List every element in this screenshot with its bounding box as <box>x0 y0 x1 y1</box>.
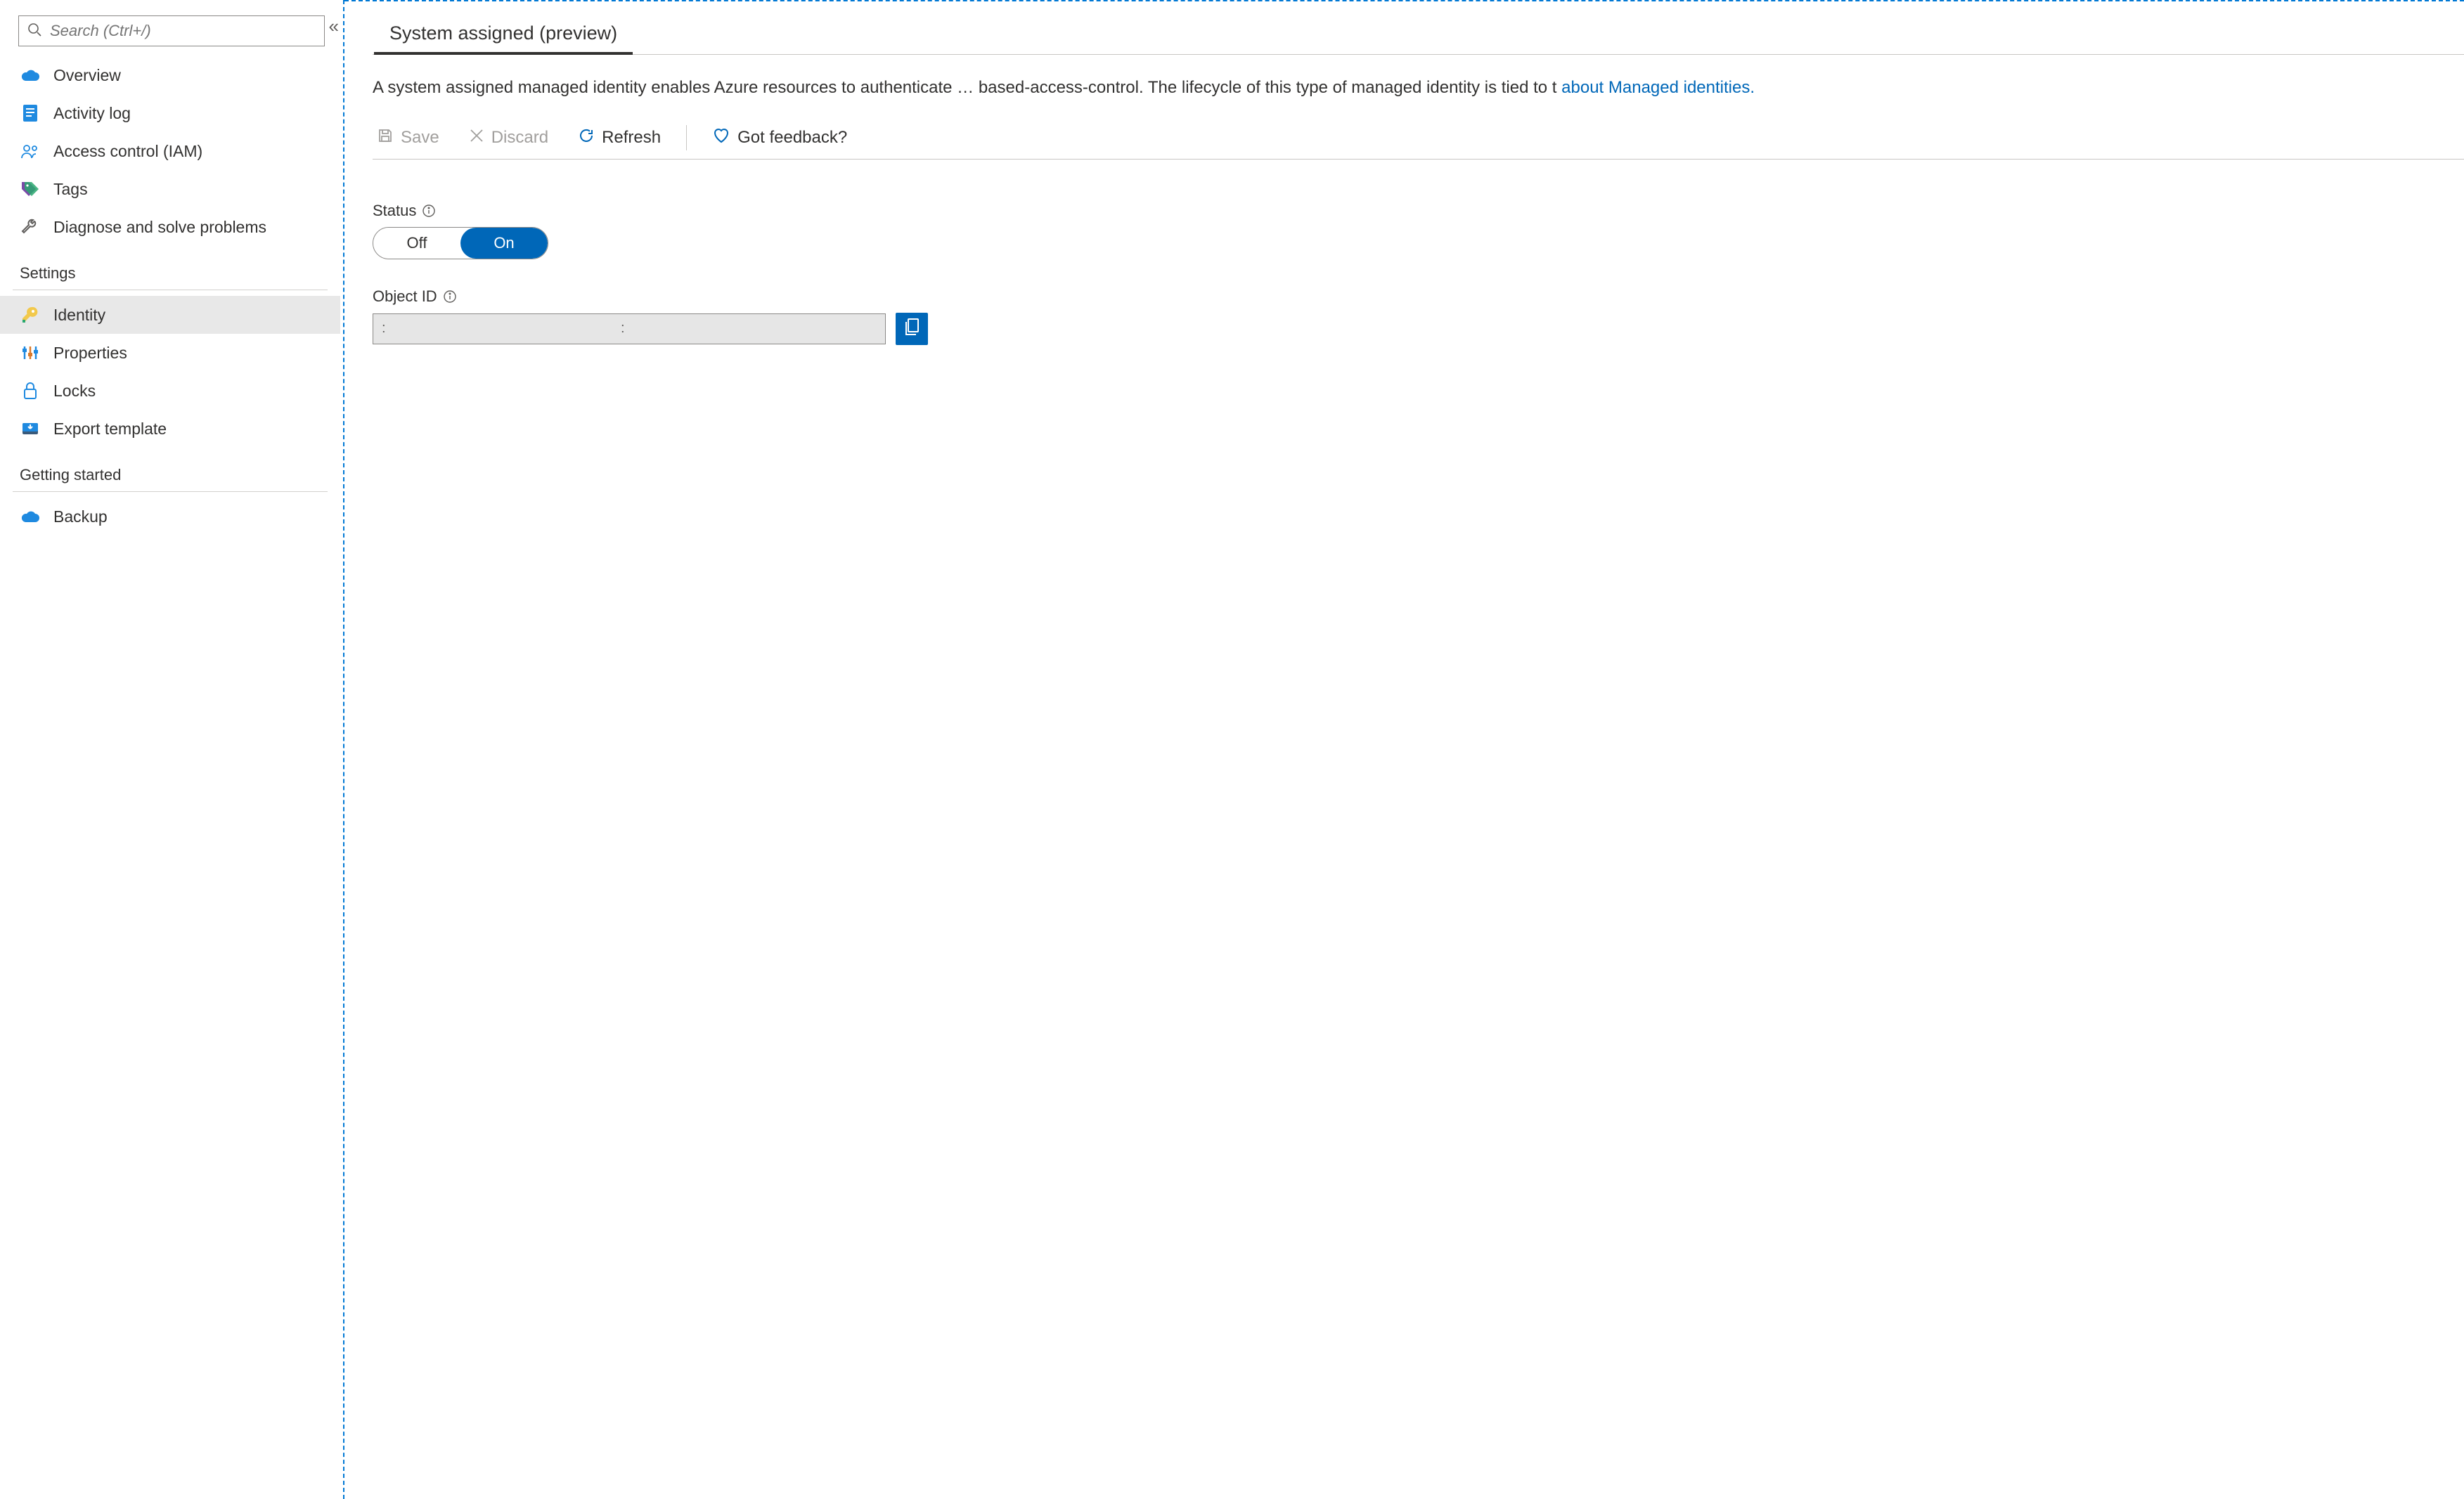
collapse-sidebar-icon[interactable]: « <box>329 15 335 37</box>
export-icon <box>20 418 41 439</box>
sidebar-item-label: Locks <box>53 382 96 401</box>
sidebar-item-label: Tags <box>53 180 88 199</box>
close-icon <box>469 128 484 148</box>
sliders-icon <box>20 342 41 363</box>
discard-label: Discard <box>491 128 548 148</box>
key-icon <box>20 304 41 325</box>
heart-icon <box>712 127 730 149</box>
status-off-option[interactable]: Off <box>373 228 460 259</box>
save-icon <box>377 127 394 149</box>
people-icon <box>20 141 41 162</box>
refresh-button[interactable]: Refresh <box>574 124 665 152</box>
feedback-label: Got feedback? <box>737 128 847 148</box>
save-button[interactable]: Save <box>373 124 444 152</box>
status-label: Status <box>373 202 2464 220</box>
sidebar: « Overview Activity log <box>0 0 344 1499</box>
save-label: Save <box>401 128 439 148</box>
info-icon[interactable] <box>443 290 457 304</box>
copy-object-id-button[interactable] <box>896 313 928 345</box>
search-box[interactable] <box>18 15 325 46</box>
feedback-button[interactable]: Got feedback? <box>708 124 851 152</box>
sidebar-item-label: Activity log <box>53 104 131 123</box>
cloud-icon <box>20 506 41 527</box>
sidebar-item-identity[interactable]: Identity <box>0 296 340 334</box>
refresh-icon <box>578 127 595 149</box>
sidebar-item-activity-log[interactable]: Activity log <box>0 94 340 132</box>
wrench-icon <box>20 216 41 238</box>
status-on-option[interactable]: On <box>460 228 548 259</box>
sidebar-scroll[interactable]: Overview Activity log Access control (IA… <box>0 56 343 1499</box>
identity-description: A system assigned managed identity enabl… <box>373 76 2464 100</box>
main-pane: System assigned (preview) A system assig… <box>344 0 2464 1499</box>
description-text: A system assigned managed identity enabl… <box>373 78 1556 97</box>
log-icon <box>20 103 41 124</box>
tab-system-assigned[interactable]: System assigned (preview) <box>373 18 634 54</box>
object-id-label-text: Object ID <box>373 287 437 306</box>
sidebar-item-properties[interactable]: Properties <box>0 334 340 372</box>
sidebar-item-label: Diagnose and solve problems <box>53 218 266 237</box>
cloud-icon <box>20 65 41 86</box>
toolbar-separator <box>686 125 687 150</box>
sidebar-item-locks[interactable]: Locks <box>0 372 340 410</box>
info-icon[interactable] <box>422 204 436 218</box>
search-icon <box>27 22 41 41</box>
status-label-text: Status <box>373 202 416 220</box>
status-toggle[interactable]: Off On <box>373 227 548 259</box>
sidebar-item-overview[interactable]: Overview <box>0 56 340 94</box>
sidebar-item-tags[interactable]: Tags <box>0 170 340 208</box>
search-input[interactable] <box>50 22 316 40</box>
toolbar: Save Discard Refresh <box>373 124 2464 160</box>
sidebar-item-label: Overview <box>53 66 121 85</box>
object-id-label: Object ID <box>373 287 2464 306</box>
sidebar-item-backup[interactable]: Backup <box>0 498 340 536</box>
managed-identities-link[interactable]: about Managed identities. <box>1561 78 1755 97</box>
lock-icon <box>20 380 41 401</box>
sidebar-item-access-control[interactable]: Access control (IAM) <box>0 132 340 170</box>
sidebar-item-label: Access control (IAM) <box>53 142 202 161</box>
sidebar-group-settings: Settings <box>13 246 328 290</box>
sidebar-item-label: Identity <box>53 306 105 325</box>
object-id-field[interactable] <box>373 313 886 344</box>
sidebar-item-export-template[interactable]: Export template <box>0 410 340 448</box>
tags-icon <box>20 179 41 200</box>
tabs: System assigned (preview) <box>373 18 2464 55</box>
sidebar-item-label: Backup <box>53 507 108 526</box>
copy-icon <box>903 317 920 341</box>
refresh-label: Refresh <box>602 128 661 148</box>
sidebar-item-diagnose[interactable]: Diagnose and solve problems <box>0 208 340 246</box>
discard-button[interactable]: Discard <box>465 125 553 151</box>
sidebar-item-label: Properties <box>53 344 127 363</box>
sidebar-item-label: Export template <box>53 420 167 439</box>
sidebar-group-getting-started: Getting started <box>13 448 328 492</box>
